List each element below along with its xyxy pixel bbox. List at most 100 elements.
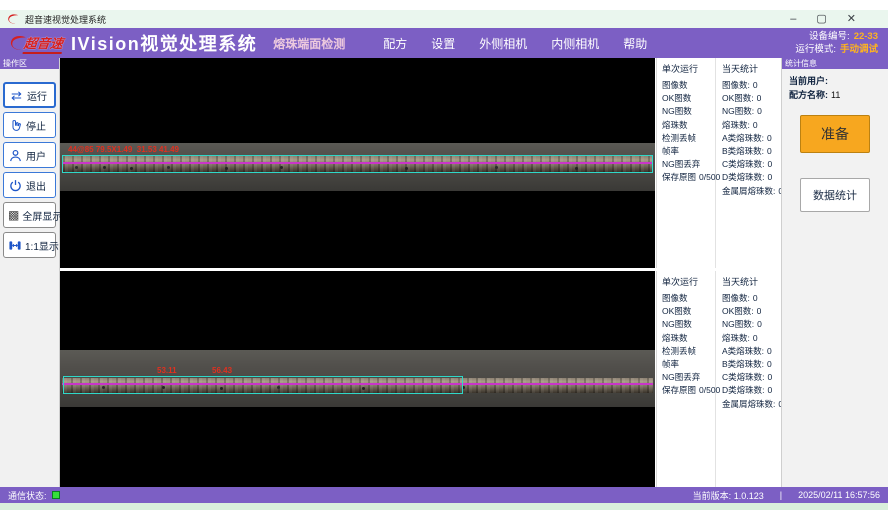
stat-value: 0 [767, 346, 772, 356]
operation-panel-title: 操作区 [0, 58, 59, 69]
stat-row: 图像数: 0 [722, 80, 783, 90]
today-stats-header: 当天统计 [722, 275, 783, 288]
stat-label: NG图数: [722, 106, 754, 116]
hand-icon [8, 118, 23, 133]
user-button[interactable]: 用户 [3, 142, 56, 168]
stat-value: 0 [753, 293, 758, 303]
stat-value: 0 [753, 80, 758, 90]
stat-label: 熔珠数: [722, 120, 750, 130]
maximize-button[interactable]: ▢ [816, 10, 826, 28]
stat-label: A类熔珠数: [722, 133, 764, 143]
stat-label: 熔珠数 [662, 120, 688, 130]
stat-label: OK图数 [662, 306, 691, 316]
stat-label: B类熔珠数: [722, 359, 764, 369]
grid-icon: ▩ [8, 208, 19, 223]
data-stats-button[interactable]: 数据统计 [800, 178, 870, 212]
measurement-text-left: 53.11 [157, 366, 177, 375]
stat-value: 0 [767, 359, 772, 369]
stat-row: NG图数: 0 [722, 319, 783, 329]
stat-label: OK图数: [722, 306, 754, 316]
close-button[interactable]: ✕ [847, 10, 856, 28]
recipe-name-value: 11 [831, 90, 840, 100]
stat-row: 熔珠数 [662, 333, 715, 343]
recipe-name-label: 配方名称: [789, 90, 828, 100]
app-icon [6, 13, 20, 25]
stat-row: D类熔珠数: 0 [722, 172, 783, 182]
fullscreen-button-label: 全屏显示 [22, 208, 62, 223]
stat-value: 0 [768, 159, 773, 169]
stat-row: OK图数: 0 [722, 306, 783, 316]
menu-item-settings[interactable]: 设置 [431, 35, 455, 52]
separator: | [780, 490, 782, 500]
window-titlebar: 超音速视觉处理系统 – ▢ ✕ [0, 10, 888, 28]
stat-row: OK图数 [662, 306, 715, 316]
brand-logo-text: 超音速 [23, 33, 65, 54]
stat-label: 图像数 [662, 80, 688, 90]
stat-row: 保存原图 0/500 [662, 172, 715, 182]
stat-label: NG图数 [662, 319, 692, 329]
stat-label: 熔珠数 [662, 333, 688, 343]
stat-label: A类熔珠数: [722, 346, 764, 356]
camera-panel-outer: 44@85 79.5X1.49 31.53 41.49 [60, 58, 655, 268]
camera-feed-outer: 44@85 79.5X1.49 31.53 41.49 [60, 143, 655, 191]
stat-row: OK图数: 0 [722, 93, 783, 103]
one-to-one-button[interactable]: 1:1显示 [3, 232, 56, 258]
window-title: 超音速视觉处理系统 [25, 13, 106, 26]
run-button-label: 运行 [27, 88, 47, 103]
minimize-button[interactable]: – [790, 10, 796, 28]
stat-value: 0 [753, 120, 758, 130]
stat-value: 0 [767, 133, 772, 143]
device-number-label: 设备编号: [809, 31, 850, 42]
stat-label: 金属屑熔珠数: [722, 399, 775, 409]
today-stats-header: 当天统计 [722, 62, 783, 75]
measurement-text: 44@85 79.5X1.49 31.53 41.49 [68, 145, 179, 154]
run-button[interactable]: ⇄ 运行 [3, 82, 56, 108]
exit-button[interactable]: 退出 [3, 172, 56, 198]
menu-item-inner-camera[interactable]: 内侧相机 [551, 35, 599, 52]
stat-label: 熔珠数: [722, 333, 750, 343]
stat-label: C类熔珠数: [722, 372, 765, 382]
stat-value: 0 [768, 172, 773, 182]
detection-strip-outer [62, 155, 653, 173]
device-number-value: 22-33 [854, 31, 878, 42]
current-user-label: 当前用户: [789, 76, 828, 86]
stat-row: 帧率 [662, 146, 715, 156]
stat-label: 保存原图 [662, 385, 696, 395]
stat-row: 熔珠数: 0 [722, 333, 783, 343]
stat-row: D类熔珠数: 0 [722, 385, 783, 395]
stat-label: NG图丢弃 [662, 372, 700, 382]
window-bottom-edge [0, 503, 888, 510]
stat-row: 检测丢帧 [662, 346, 715, 356]
menu-bar: 配方 设置 外侧相机 内侧相机 帮助 [383, 35, 647, 52]
stat-label: 保存原图 [662, 172, 696, 182]
today-stats-column: 当天统计 图像数: 0 OK图数: 0 NG图数: 0 熔珠数: 0 A类熔珠数… [716, 58, 783, 268]
stop-button[interactable]: 停止 [3, 112, 56, 138]
app-title: IVision视觉处理系统 [71, 30, 257, 56]
stat-row: NG图数 [662, 106, 715, 116]
run-stats-column: 单次运行 图像数 OK图数 NG图数 熔珠数 检测丢帧 帧率 [657, 58, 716, 268]
user-button-label: 用户 [26, 148, 46, 163]
menu-item-recipe[interactable]: 配方 [383, 35, 407, 52]
run-stats-header: 单次运行 [662, 275, 715, 288]
stat-label: OK图数 [662, 93, 691, 103]
menu-item-help[interactable]: 帮助 [623, 35, 647, 52]
stats-panel-outer: 单次运行 图像数 OK图数 NG图数 熔珠数 检测丢帧 帧率 [656, 58, 780, 268]
main-header: 超音速 IVision视觉处理系统 熔珠端面检测 配方 设置 外侧相机 内侧相机… [0, 28, 888, 58]
menu-item-outer-camera[interactable]: 外侧相机 [479, 35, 527, 52]
statistics-info-title: 统计信息 [782, 58, 888, 69]
stat-value: 0 [767, 146, 772, 156]
detection-box [63, 376, 463, 394]
stat-row: B类熔珠数: 0 [722, 146, 783, 156]
fullscreen-button[interactable]: ▩ 全屏显示 [3, 202, 56, 228]
camera-panel-inner: 53.11 56.43 [60, 271, 655, 487]
run-stats-header: 单次运行 [662, 62, 715, 75]
stat-label: D类熔珠数: [722, 385, 765, 395]
stat-row: 帧率 [662, 359, 715, 369]
stat-value: 0 [757, 306, 762, 316]
statistics-info-panel: 统计信息 当前用户: 配方名称:11 准备 数据统计 [781, 58, 888, 487]
ready-button[interactable]: 准备 [800, 115, 870, 153]
window-controls: – ▢ ✕ [790, 10, 856, 28]
stat-row: C类熔珠数: 0 [722, 159, 783, 169]
datetime-text: 2025/02/11 16:57:56 [798, 490, 880, 500]
stop-button-label: 停止 [26, 118, 46, 133]
